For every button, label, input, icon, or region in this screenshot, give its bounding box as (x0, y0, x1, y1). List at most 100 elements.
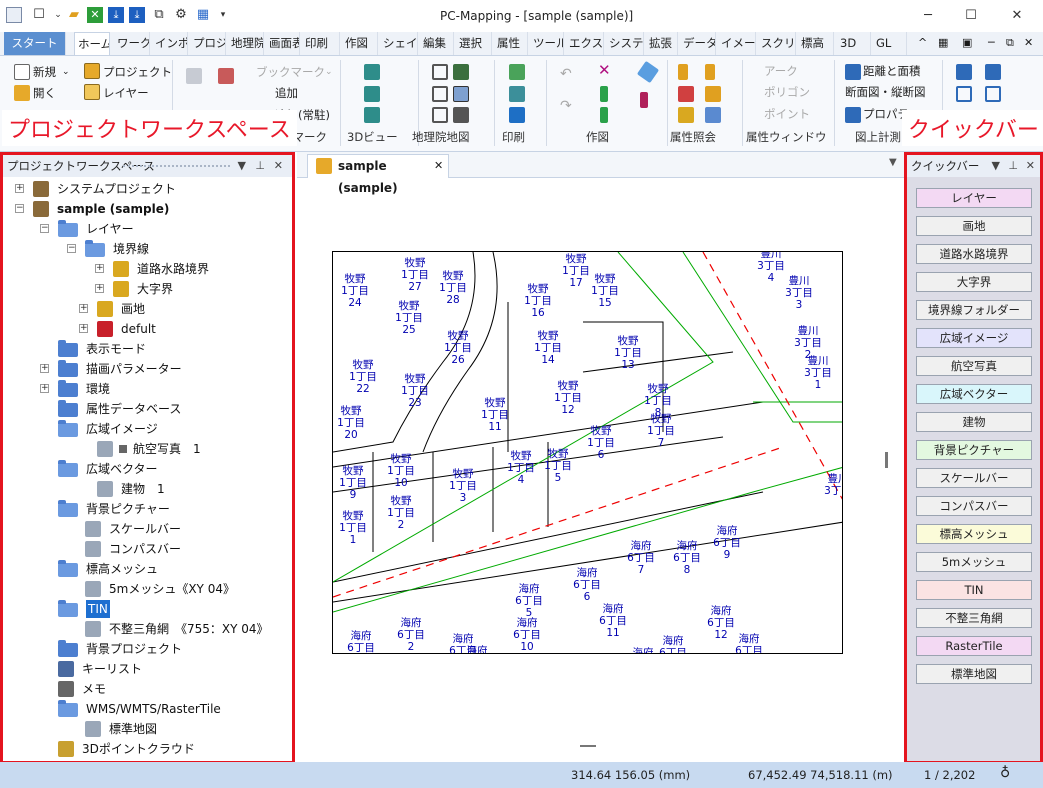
ribbon-tab-0[interactable]: スタート (4, 32, 66, 55)
tree-item-keylist[interactable]: キーリスト (3, 659, 289, 679)
ribbon-tab-9[interactable]: シェイプ (380, 32, 418, 55)
pin-icon[interactable]: ⊥ (1008, 155, 1018, 177)
point-button[interactable]: ポイント (764, 106, 810, 122)
quickbar-button-16[interactable]: RasterTile (916, 636, 1032, 656)
ribbon-tab-12[interactable]: 属性 (494, 32, 528, 55)
quickbar-button-13[interactable]: 5mメッシュ (916, 552, 1032, 572)
ribbon-tab-20[interactable]: 標高 (798, 32, 834, 55)
quickbar-button-11[interactable]: コンパスバー (916, 496, 1032, 516)
ribbon-tab-21[interactable]: 3D (837, 32, 871, 55)
eraser-icon[interactable] (636, 60, 660, 84)
expand-toggle-icon[interactable]: + (95, 284, 104, 293)
tree-item-defult[interactable]: + defult (3, 319, 289, 339)
close-button[interactable]: ✕ (994, 0, 1040, 32)
flag2-icon[interactable] (705, 64, 715, 80)
print-setup-icon[interactable] (509, 86, 525, 102)
customize-qat-icon[interactable]: ▾ (215, 7, 231, 23)
ribbon-tab-18[interactable]: イメージ (718, 32, 756, 55)
chevron-down-icon[interactable]: ⌄ (50, 7, 66, 23)
tree-item-large-area[interactable]: + 大字界 (3, 279, 289, 299)
ribbon-tab-15[interactable]: システム (606, 32, 644, 55)
3d-view2-icon[interactable] (364, 86, 380, 102)
grid-map3-icon[interactable] (432, 107, 448, 123)
tree-item-compass-bar[interactable]: コンパスバー (3, 539, 289, 559)
tree-item-std-map[interactable]: 標準地図 (3, 719, 289, 739)
project-button[interactable]: プロジェクト (103, 64, 172, 80)
panel-grip[interactable] (123, 165, 230, 167)
undo-icon[interactable]: ↶ (560, 66, 572, 82)
edit-map-icon[interactable] (453, 86, 469, 102)
tree-item-attr-db[interactable]: 属性データベース (3, 399, 289, 419)
screen-icon[interactable] (218, 68, 234, 84)
ribbon-tab-2[interactable]: ワークス (114, 32, 150, 55)
ribbon-tab-22[interactable]: GL (873, 32, 907, 55)
tree-item-draw-params[interactable]: + 描画パラメーター (3, 359, 289, 379)
ribbon-tab-19[interactable]: スクリプ (758, 32, 796, 55)
chevron-down-icon[interactable]: ⌄ (62, 64, 70, 80)
grid-map-icon[interactable] (432, 64, 448, 80)
tree-item-system-project[interactable]: + システムプロジェクト (3, 179, 289, 199)
map-icon[interactable]: ▦ (195, 7, 211, 23)
expand-toggle-icon[interactable]: + (79, 304, 88, 313)
quickbar-button-5[interactable]: 広域イメージ (916, 328, 1032, 348)
ribbon-tab-3[interactable]: インポー (152, 32, 188, 55)
dark-map-icon[interactable] (453, 107, 469, 123)
document-tab[interactable]: sample (sample) ✕ (307, 154, 449, 195)
attr3-icon[interactable] (678, 107, 694, 123)
tree-item-mesh5m[interactable]: 5mメッシュ《XY 04》 (3, 579, 289, 599)
splitter-handle-bottom[interactable] (580, 745, 596, 747)
ribbon-tab-14[interactable]: エクスポ (566, 32, 604, 55)
open-folder-icon[interactable]: ▰ (66, 7, 82, 23)
window-icon[interactable] (956, 64, 972, 80)
close-icon[interactable]: ✕ (1026, 155, 1035, 177)
tree-item-wide-image[interactable]: 広域イメージ (3, 419, 289, 439)
pen2-icon[interactable] (600, 107, 608, 123)
ribbon-tab-6[interactable]: 画面表 (266, 32, 300, 55)
tree-item-pointcloud[interactable]: 3Dポイントクラウド (3, 739, 289, 759)
add-bookmark-button[interactable]: 追加 (275, 85, 298, 101)
quickbar-button-9[interactable]: 背景ピクチャー (916, 440, 1032, 460)
expand-toggle-icon[interactable]: + (40, 384, 49, 393)
section-button[interactable]: 断面図・縦断図 (845, 84, 926, 100)
ribbon-tab-11[interactable]: 選択 (456, 32, 492, 55)
dropdown-icon[interactable]: ▼ (238, 155, 246, 177)
ribbon-tab-10[interactable]: 編集 (420, 32, 454, 55)
maximize-button[interactable]: ☐ (948, 0, 994, 32)
attr4-icon[interactable] (705, 107, 721, 123)
ribbon-tab-7[interactable]: 印刷 (302, 32, 340, 55)
delete-draw-icon[interactable]: ✕ (598, 62, 611, 78)
chevron-down-icon[interactable]: ⌄ (325, 64, 333, 80)
expand-toggle-icon[interactable]: + (95, 264, 104, 273)
tab-list-icon[interactable]: ▼ (889, 157, 897, 168)
open-button[interactable]: 開く (33, 85, 56, 101)
close-icon[interactable]: ✕ (274, 155, 283, 177)
distance-area-button[interactable]: 距離と面積 (863, 63, 921, 79)
quickbar-button-3[interactable]: 大字界 (916, 272, 1032, 292)
print-preview-icon[interactable] (509, 64, 525, 80)
tree-item-wms[interactable]: WMS/WMTS/RasterTile (3, 699, 289, 719)
tree-item-bg-project[interactable]: 背景プロジェクト (3, 639, 289, 659)
quickbar-button-14[interactable]: TIN (916, 580, 1032, 600)
quickbar-button-15[interactable]: 不整三角網 (916, 608, 1032, 628)
tree-item-sample[interactable]: − sample (sample) (3, 199, 289, 219)
3d-view3-icon[interactable] (364, 107, 380, 123)
close-tab-icon[interactable]: ✕ (434, 155, 443, 177)
tree-item-layers[interactable]: − レイヤー (3, 219, 289, 239)
gear-icon[interactable]: ⚙ (173, 7, 189, 23)
tree-item-aerial[interactable]: 航空写真 1 (3, 439, 289, 459)
tree-item-parcel[interactable]: + 画地 (3, 299, 289, 319)
tile-icon[interactable] (956, 86, 972, 102)
copy-icon[interactable]: ⧉ (151, 7, 167, 23)
tree-item-building[interactable]: 建物 1 (3, 479, 289, 499)
map-svg[interactable]: 牧野1丁目27牧野1丁目17牧野1丁目24牧野1丁目28牧野1丁目16牧野1丁目… (333, 252, 843, 654)
tree-item-irregular[interactable]: 不整三角網 《755：XY 04》 (3, 619, 289, 639)
quickbar-button-6[interactable]: 航空写真 (916, 356, 1032, 376)
mdi-close-icon[interactable]: ✕ (1024, 36, 1033, 49)
tree-item-tin[interactable]: TIN (3, 599, 289, 619)
quickbar-button-10[interactable]: スケールバー (916, 468, 1032, 488)
quickbar-button-17[interactable]: 標準地図 (916, 664, 1032, 684)
ribbon-tab-17[interactable]: データ (680, 32, 716, 55)
mdi-restore-icon[interactable]: ⧉ (1006, 36, 1014, 50)
photo-map-icon[interactable] (453, 64, 469, 80)
splitter-handle[interactable] (885, 452, 888, 468)
